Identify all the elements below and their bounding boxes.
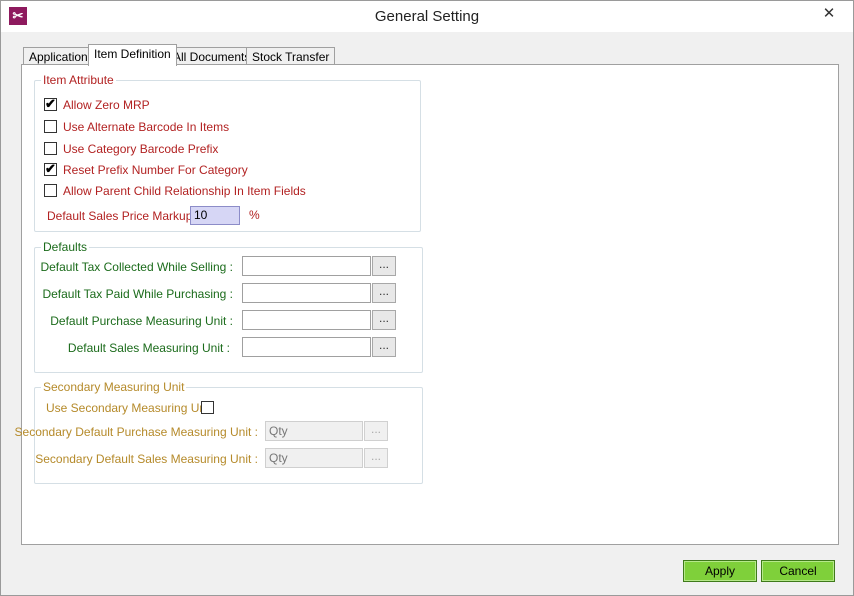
check-icon: ✔ (45, 96, 56, 112)
close-icon: ✕ (822, 5, 836, 22)
purchase-unit-field[interactable] (242, 310, 371, 330)
tax-collected-browse-button[interactable]: ... (372, 256, 396, 276)
allow-zero-mrp-checkbox[interactable]: ✔ (44, 96, 57, 112)
tax-collected-field[interactable] (242, 256, 371, 276)
use-secondary-checkbox[interactable] (201, 401, 214, 414)
allow-zero-mrp-label: Allow Zero MRP (63, 97, 150, 112)
alternate-barcode-checkbox[interactable] (44, 120, 57, 134)
check-icon: ✔ (45, 161, 56, 177)
window-title: General Setting (374, 8, 480, 25)
reset-prefix-label: Reset Prefix Number For Category (63, 162, 248, 177)
allow-zero-mrp-row[interactable]: ✔ Allow Zero MRP (44, 96, 150, 113)
reset-prefix-row[interactable]: ✔ Reset Prefix Number For Category (44, 161, 248, 178)
markup-label: Default Sales Price Markup : (47, 209, 200, 223)
parent-child-row[interactable]: Allow Parent Child Relationship In Item … (44, 183, 306, 199)
secondary-sales-browse-button[interactable]: ... (364, 448, 388, 468)
tax-paid-label: Default Tax Paid While Purchasing : (42, 287, 233, 301)
sales-unit-browse-button[interactable]: ... (372, 337, 396, 357)
parent-child-checkbox[interactable] (44, 184, 57, 198)
title-bar: ✂ General Setting ✕ (1, 1, 853, 32)
tax-collected-label: Default Tax Collected While Selling : (40, 260, 233, 274)
secondary-sales-label: Secondary Default Sales Measuring Unit : (35, 452, 258, 466)
secondary-sales-field[interactable]: Qty (265, 448, 363, 468)
purchase-unit-label: Default Purchase Measuring Unit : (50, 314, 233, 328)
cancel-button[interactable]: Cancel (761, 560, 835, 582)
purchase-unit-browse-button[interactable]: ... (372, 310, 396, 330)
use-secondary-label: Use Secondary Measuring Unit (46, 401, 213, 415)
defaults-title: Defaults (41, 240, 90, 254)
close-button[interactable]: ✕ (811, 3, 847, 25)
tax-paid-browse-button[interactable]: ... (372, 283, 396, 303)
markup-unit: % (249, 208, 260, 222)
category-barcode-prefix-label: Use Category Barcode Prefix (63, 141, 219, 156)
sales-unit-label: Default Sales Measuring Unit : (67, 341, 230, 355)
markup-input[interactable]: 10 (190, 206, 240, 225)
item-attribute-title: Item Attribute (41, 73, 116, 87)
sales-unit-field[interactable] (242, 337, 371, 357)
apply-button[interactable]: Apply (683, 560, 757, 582)
reset-prefix-checkbox[interactable]: ✔ (44, 161, 57, 177)
general-setting-window: ✂ General Setting ✕ Application Item Def… (0, 0, 854, 596)
tax-paid-field[interactable] (242, 283, 371, 303)
category-barcode-prefix-row[interactable]: Use Category Barcode Prefix (44, 141, 218, 157)
alternate-barcode-label: Use Alternate Barcode In Items (63, 119, 230, 134)
secondary-purchase-browse-button[interactable]: ... (364, 421, 388, 441)
category-barcode-prefix-checkbox[interactable] (44, 142, 57, 156)
tab-item-definition[interactable]: Item Definition (88, 44, 177, 66)
secondary-purchase-label: Secondary Default Purchase Measuring Uni… (14, 425, 258, 439)
parent-child-label: Allow Parent Child Relationship In Item … (63, 183, 306, 198)
secondary-unit-title: Secondary Measuring Unit (41, 380, 187, 394)
secondary-purchase-field[interactable]: Qty (265, 421, 363, 441)
alternate-barcode-row[interactable]: Use Alternate Barcode In Items (44, 119, 229, 135)
